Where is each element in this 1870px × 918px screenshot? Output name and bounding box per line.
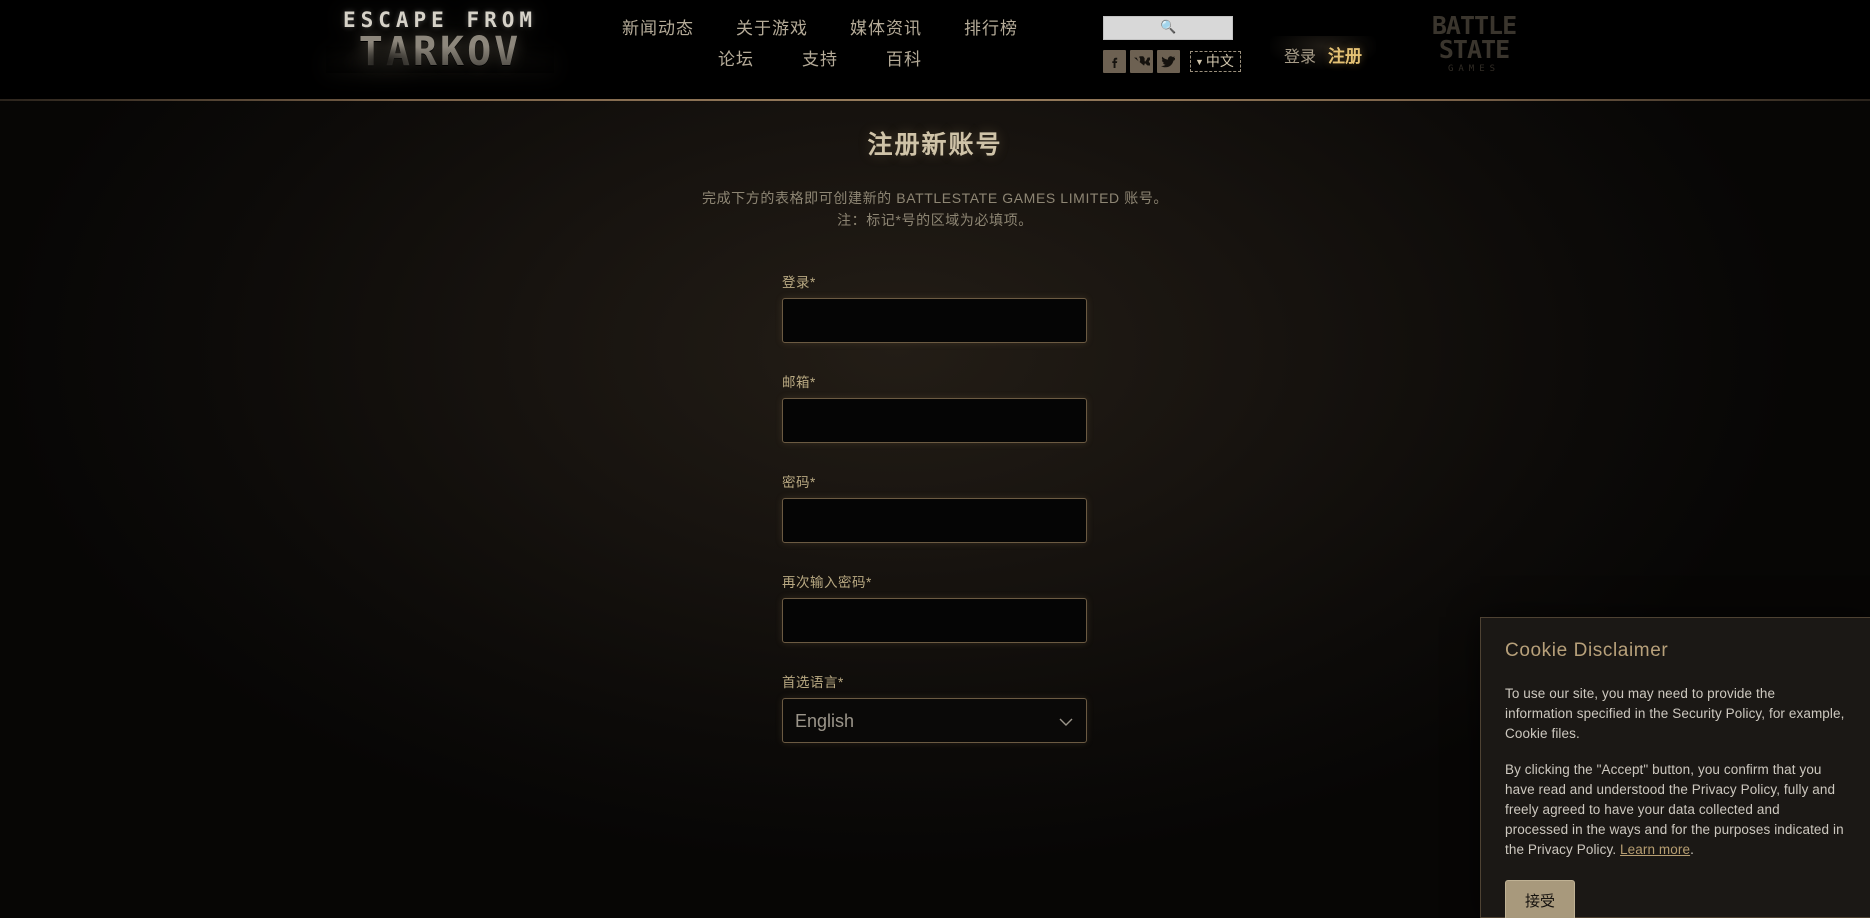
label-language-text: 首选语言: [782, 675, 838, 690]
cookie-learn-more-link[interactable]: Learn more: [1620, 842, 1690, 857]
cookie-accept-button[interactable]: 接受: [1505, 879, 1576, 918]
vk-icon[interactable]: [1130, 50, 1153, 73]
label-email-text: 邮箱: [782, 375, 810, 390]
main-navigation: 新闻动态 关于游戏 媒体资讯 排行榜 论坛 支持 百科: [600, 14, 1040, 70]
nav-row-primary: 新闻动态 关于游戏 媒体资讯 排行榜: [600, 14, 1040, 39]
label-email-required: *: [810, 375, 816, 390]
twitter-icon[interactable]: [1157, 50, 1180, 73]
cookie-paragraph-2: By clicking the "Accept" button, you con…: [1505, 760, 1846, 860]
nav-forum[interactable]: 论坛: [718, 45, 754, 70]
nav-media[interactable]: 媒体资讯: [850, 14, 922, 39]
registration-form: 登录* 邮箱* 密码* 再次输入密码* 首选语言* English中文Русск…: [782, 271, 1087, 771]
search-input[interactable]: [1104, 17, 1232, 39]
password-input[interactable]: [782, 498, 1087, 543]
nav-support[interactable]: 支持: [802, 45, 838, 70]
facebook-icon[interactable]: [1103, 50, 1126, 73]
nav-wiki[interactable]: 百科: [886, 45, 922, 70]
label-password-confirm-required: *: [866, 575, 872, 590]
password-confirm-input[interactable]: [782, 598, 1087, 643]
language-select[interactable]: English中文РусскийFrançaisDeutsch: [782, 698, 1087, 743]
label-password-confirm: 再次输入密码*: [782, 571, 1087, 591]
language-switcher-label: 中文: [1205, 53, 1234, 69]
language-switcher[interactable]: ▼ 中文: [1190, 51, 1241, 72]
search-box[interactable]: [1103, 16, 1233, 40]
page-subtitle-line-2: 注：标记*号的区域为必填项。: [837, 212, 1033, 229]
login-link[interactable]: 登录: [1284, 43, 1316, 67]
register-link[interactable]: 注册: [1328, 42, 1362, 67]
field-email: 邮箱*: [782, 371, 1087, 443]
bsg-logo-line-3: GAMES: [1447, 63, 1501, 74]
cookie-paragraph-2-end: .: [1690, 841, 1694, 857]
field-language: 首选语言* English中文РусскийFrançaisDeutsch: [782, 671, 1087, 743]
cookie-paragraph-1: To use our site, you may need to provide…: [1505, 686, 1845, 741]
label-login: 登录*: [782, 271, 1087, 291]
label-password: 密码*: [782, 471, 1087, 491]
nav-about[interactable]: 关于游戏: [736, 14, 808, 39]
bsg-logo-line-2: STATE: [1438, 34, 1510, 64]
label-login-required: *: [810, 275, 816, 290]
cookie-disclaimer-panel: Cookie Disclaimer To use our site, you m…: [1480, 617, 1870, 918]
page-title: 注册新账号: [867, 131, 1003, 159]
label-password-confirm-text: 再次输入密码: [782, 575, 866, 590]
escape-from-tarkov-logo[interactable]: ESCAPE FROM TARKOV: [324, 6, 556, 78]
field-password: 密码*: [782, 471, 1087, 543]
auth-links: 登录 注册: [1270, 36, 1377, 73]
nav-news[interactable]: 新闻动态: [622, 14, 694, 39]
nav-leaderboard[interactable]: 排行榜: [964, 14, 1018, 39]
field-password-confirm: 再次输入密码*: [782, 571, 1087, 643]
page-subtitle-line-1: 完成下方的表格即可创建新的 BATTLESTATE GAMES LIMITED …: [701, 190, 1169, 206]
label-password-text: 密码: [782, 475, 810, 490]
email-input[interactable]: [782, 398, 1087, 443]
label-login-text: 登录: [782, 275, 810, 290]
page-root: ESCAPE FROM TARKOV 新闻动态 关于游戏 媒体资讯 排行榜 论坛…: [0, 0, 1870, 918]
chevron-down-icon: ▼: [1195, 56, 1204, 67]
label-email: 邮箱*: [782, 371, 1087, 391]
logo-line-2: TARKOV: [324, 31, 556, 73]
login-input[interactable]: [782, 298, 1087, 343]
label-password-required: *: [810, 475, 816, 490]
label-language: 首选语言*: [782, 671, 1087, 691]
field-login: 登录*: [782, 271, 1087, 343]
social-links: ▼ 中文: [1103, 50, 1241, 73]
site-header: ESCAPE FROM TARKOV 新闻动态 关于游戏 媒体资讯 排行榜 论坛…: [0, 0, 1870, 101]
language-select-wrapper: English中文РусскийFrançaisDeutsch: [782, 698, 1087, 743]
cookie-disclaimer-title: Cookie Disclaimer: [1505, 640, 1669, 661]
label-language-required: *: [838, 675, 844, 690]
battlestate-games-logo[interactable]: BATTLE STATE GAMES: [1413, 13, 1535, 76]
nav-row-secondary: 论坛 支持 百科: [600, 45, 1040, 70]
logo-line-1: ESCAPE FROM: [342, 8, 538, 32]
